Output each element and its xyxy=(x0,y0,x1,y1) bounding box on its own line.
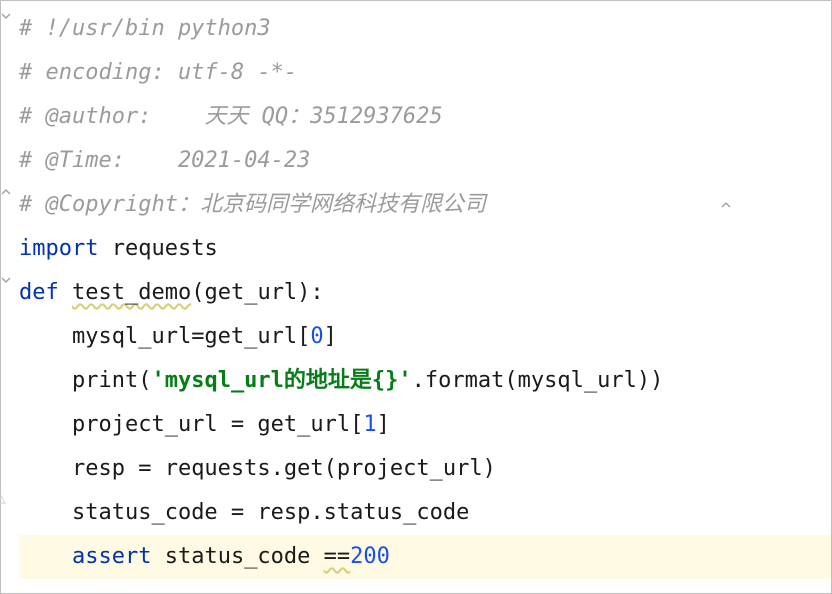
code-text xyxy=(151,535,164,579)
code-line[interactable]: project_url = get_url[1] xyxy=(19,403,831,447)
comment-text: 北京码同学网络科技有限公司 xyxy=(200,183,486,227)
code-line[interactable]: # @Copyright：北京码同学网络科技有限公司 xyxy=(19,183,831,227)
indent xyxy=(19,535,72,579)
code-line[interactable]: # @author: 天天 QQ：3512937625 xyxy=(19,95,831,139)
code-text xyxy=(98,227,111,271)
code-line[interactable]: print('mysql_url的地址是{}'.format(mysql_url… xyxy=(19,359,831,403)
code-line[interactable]: status_code = resp.status_code xyxy=(19,491,831,535)
comment-text: 天天 QQ：3512937625 xyxy=(204,95,442,139)
code-line[interactable]: # encoding: utf-8 -*- xyxy=(19,51,831,95)
code-text: ] xyxy=(377,403,390,447)
module-name: requests xyxy=(112,227,218,271)
indent xyxy=(19,359,72,403)
comment-text: # !/usr/bin python3 xyxy=(19,7,271,51)
fold-top-icon[interactable] xyxy=(1,11,15,21)
indent xyxy=(19,447,72,491)
comment-text: # @author: xyxy=(19,95,204,139)
code-text: project_url = get_url[ xyxy=(72,403,363,447)
number-literal: 0 xyxy=(310,315,323,359)
code-text: mysql_url=get_url[ xyxy=(72,315,310,359)
code-line[interactable]: resp = requests.get(project_url) xyxy=(19,447,831,491)
code-area[interactable]: # !/usr/bin python3 # encoding: utf-8 -*… xyxy=(1,1,831,579)
code-line[interactable]: import requests xyxy=(19,227,831,271)
keyword: import xyxy=(19,227,98,271)
code-text: resp = requests.get(project_url) xyxy=(72,447,496,491)
function-name: test_demo xyxy=(72,271,191,315)
operator: == xyxy=(324,535,351,579)
indent xyxy=(19,491,72,535)
comment-text: # @Copyright： xyxy=(19,183,200,227)
code-line[interactable]: def test_demo(get_url): xyxy=(19,271,831,315)
number-literal: 1 xyxy=(363,403,376,447)
code-line[interactable]: mysql_url=get_url[0] xyxy=(19,315,831,359)
code-text: ( xyxy=(138,359,151,403)
code-text: status_code xyxy=(165,535,324,579)
string-literal: 'mysql_url的地址是{}' xyxy=(151,359,411,403)
fold-end-icon[interactable] xyxy=(1,187,15,197)
indent xyxy=(19,315,72,359)
keyword: assert xyxy=(72,535,151,579)
number-literal: 200 xyxy=(350,535,390,579)
comment-text: # @Time: 2021-04-23 xyxy=(19,139,310,183)
code-text: (get_url): xyxy=(191,271,323,315)
code-text: status_code = resp.status_code xyxy=(72,491,469,535)
code-editor[interactable]: △ # !/usr/bin python3 # encoding: utf-8 … xyxy=(0,0,832,594)
gutter-change-marker[interactable]: △ xyxy=(0,491,11,507)
code-line[interactable]: assert status_code ==200 xyxy=(19,535,831,579)
code-text: .format(mysql_url)) xyxy=(412,359,664,403)
keyword: def xyxy=(19,271,59,315)
indent xyxy=(19,403,72,447)
fold-def-icon[interactable] xyxy=(1,275,15,285)
code-line[interactable]: # !/usr/bin python3 xyxy=(19,7,831,51)
builtin-call: print xyxy=(72,359,138,403)
code-text xyxy=(59,271,72,315)
code-text: ] xyxy=(324,315,337,359)
code-line[interactable]: # @Time: 2021-04-23 xyxy=(19,139,831,183)
comment-text: # encoding: utf-8 -*- xyxy=(19,51,297,95)
